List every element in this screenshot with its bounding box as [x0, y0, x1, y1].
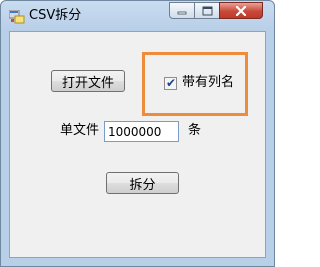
- checkmark-icon: ✔: [166, 76, 177, 90]
- app-icon[interactable]: [8, 9, 25, 24]
- per-file-label: 单文件: [60, 123, 100, 138]
- minimize-icon: [177, 11, 187, 14]
- close-button[interactable]: [219, 2, 263, 19]
- has-header-label[interactable]: 带有列名: [182, 74, 234, 92]
- minimize-button[interactable]: [169, 2, 195, 19]
- close-icon: [235, 5, 247, 16]
- title-bar[interactable]: CSV拆分: [1, 1, 274, 31]
- client-area: 打开文件 ✔ 带有列名 单文件 条 拆分: [9, 31, 266, 258]
- window-title: CSV拆分: [29, 8, 82, 23]
- rows-unit-label: 条: [188, 123, 202, 138]
- split-button[interactable]: 拆分: [106, 172, 179, 194]
- has-header-checkbox[interactable]: ✔: [164, 76, 177, 90]
- open-file-button[interactable]: 打开文件: [51, 70, 125, 92]
- maximize-button[interactable]: [194, 2, 220, 19]
- rows-per-file-input[interactable]: [104, 121, 179, 142]
- maximize-icon: [202, 6, 212, 15]
- app-window: CSV拆分 打开文件 ✔ 带有列名 单文件 条 拆分: [0, 0, 275, 267]
